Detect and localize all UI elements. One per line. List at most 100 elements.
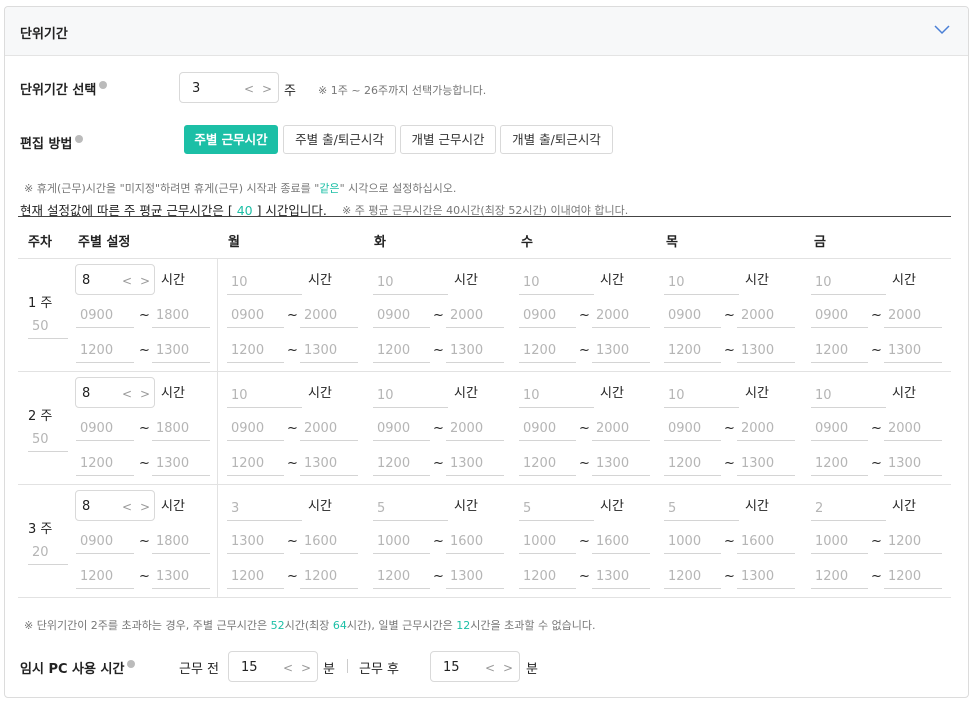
- chevron-right-icon[interactable]: >: [503, 661, 513, 675]
- day-hours-field[interactable]: 5: [664, 495, 739, 521]
- day-end-field[interactable]: 2000: [884, 415, 942, 441]
- day-end-field[interactable]: 2000: [300, 415, 358, 441]
- day-hours-field[interactable]: 5: [373, 495, 448, 521]
- day-start-field[interactable]: 1200: [519, 337, 576, 363]
- day-end-field[interactable]: 2000: [592, 415, 650, 441]
- weekly-start-field[interactable]: 1200: [76, 450, 134, 476]
- chevron-left-icon[interactable]: <: [244, 82, 254, 96]
- day-end-field[interactable]: 1600: [446, 528, 504, 554]
- day-end-field[interactable]: 1200: [300, 563, 358, 589]
- day-end-field[interactable]: 1300: [737, 563, 795, 589]
- chevron-right-icon[interactable]: >: [140, 274, 150, 288]
- day-end-field[interactable]: 2000: [592, 302, 650, 328]
- before-work-stepper[interactable]: 15 < >: [228, 651, 318, 682]
- day-start-field[interactable]: 1200: [664, 450, 721, 476]
- day-end-field[interactable]: 1300: [884, 337, 942, 363]
- day-hours-field[interactable]: 2: [811, 495, 886, 521]
- day-end-field[interactable]: 1300: [737, 450, 795, 476]
- day-start-field[interactable]: 0900: [519, 415, 576, 441]
- weekly-start-field[interactable]: 1200: [76, 337, 134, 363]
- day-end-field[interactable]: 1300: [446, 450, 504, 476]
- day-end-field[interactable]: 1600: [737, 528, 795, 554]
- day-end-field[interactable]: 1300: [446, 563, 504, 589]
- day-start-field[interactable]: 0900: [227, 302, 284, 328]
- weekly-end-field[interactable]: 1300: [152, 450, 210, 476]
- weekly-end-field[interactable]: 1300: [152, 563, 210, 589]
- weekly-hours-stepper[interactable]: 8 < >: [75, 377, 155, 408]
- day-start-field[interactable]: 1000: [664, 528, 721, 554]
- day-start-field[interactable]: 1000: [811, 528, 868, 554]
- chevron-right-icon[interactable]: >: [301, 661, 311, 675]
- day-end-field[interactable]: 1600: [300, 528, 358, 554]
- day-end-field[interactable]: 1200: [884, 528, 942, 554]
- weekly-end-field[interactable]: 1800: [152, 528, 210, 554]
- panel-header[interactable]: 단위기간: [5, 7, 968, 56]
- day-start-field[interactable]: 1200: [811, 563, 868, 589]
- day-hours-field[interactable]: 10: [373, 382, 448, 408]
- day-start-field[interactable]: 0900: [664, 415, 721, 441]
- weekly-start-field[interactable]: 0900: [76, 302, 134, 328]
- day-end-field[interactable]: 2000: [737, 302, 795, 328]
- weekly-hours-stepper[interactable]: 8 < >: [75, 264, 155, 295]
- day-start-field[interactable]: 1200: [373, 337, 430, 363]
- chevron-left-icon[interactable]: <: [122, 274, 132, 288]
- day-hours-field[interactable]: 10: [519, 269, 594, 295]
- unit-stepper[interactable]: 3 < >: [179, 72, 279, 103]
- day-start-field[interactable]: 1300: [227, 528, 284, 554]
- chevron-down-icon[interactable]: [934, 23, 950, 37]
- day-end-field[interactable]: 1300: [300, 337, 358, 363]
- day-end-field[interactable]: 1600: [592, 528, 650, 554]
- day-start-field[interactable]: 1200: [227, 563, 284, 589]
- day-start-field[interactable]: 1200: [519, 563, 576, 589]
- day-start-field[interactable]: 0900: [227, 415, 284, 441]
- day-start-field[interactable]: 1200: [519, 450, 576, 476]
- day-start-field[interactable]: 0900: [811, 302, 868, 328]
- day-end-field[interactable]: 1200: [884, 563, 942, 589]
- chevron-left-icon[interactable]: <: [485, 661, 495, 675]
- day-start-field[interactable]: 1200: [227, 450, 284, 476]
- weekly-start-field[interactable]: 0900: [76, 528, 134, 554]
- day-end-field[interactable]: 1300: [446, 337, 504, 363]
- tab-individual-hours[interactable]: 개별 근무시간: [400, 125, 496, 154]
- weekly-end-field[interactable]: 1300: [152, 337, 210, 363]
- day-hours-field[interactable]: 10: [811, 382, 886, 408]
- weekly-end-field[interactable]: 1800: [152, 415, 210, 441]
- day-hours-field[interactable]: 10: [664, 382, 739, 408]
- weekly-start-field[interactable]: 0900: [76, 415, 134, 441]
- day-start-field[interactable]: 1000: [519, 528, 576, 554]
- day-start-field[interactable]: 1000: [373, 528, 430, 554]
- day-start-field[interactable]: 0900: [373, 302, 430, 328]
- tab-weekly-hours[interactable]: 주별 근무시간: [184, 125, 278, 154]
- day-end-field[interactable]: 2000: [446, 415, 504, 441]
- day-start-field[interactable]: 1200: [227, 337, 284, 363]
- day-hours-field[interactable]: 10: [227, 382, 302, 408]
- day-start-field[interactable]: 1200: [664, 337, 721, 363]
- chevron-left-icon[interactable]: <: [122, 500, 132, 514]
- tab-weekly-inout[interactable]: 주별 출/퇴근시각: [283, 125, 396, 154]
- chevron-left-icon[interactable]: <: [283, 661, 293, 675]
- day-start-field[interactable]: 1200: [811, 450, 868, 476]
- day-start-field[interactable]: 1200: [373, 450, 430, 476]
- day-start-field[interactable]: 0900: [519, 302, 576, 328]
- day-end-field[interactable]: 2000: [884, 302, 942, 328]
- weekly-start-field[interactable]: 1200: [76, 563, 134, 589]
- chevron-right-icon[interactable]: >: [262, 82, 272, 96]
- day-hours-field[interactable]: 10: [227, 269, 302, 295]
- day-start-field[interactable]: 0900: [811, 415, 868, 441]
- day-hours-field[interactable]: 10: [519, 382, 594, 408]
- tab-individual-inout[interactable]: 개별 출/퇴근시각: [500, 125, 613, 154]
- weekly-hours-stepper[interactable]: 8 < >: [75, 490, 155, 521]
- day-start-field[interactable]: 0900: [664, 302, 721, 328]
- day-end-field[interactable]: 1300: [737, 337, 795, 363]
- after-work-stepper[interactable]: 15 < >: [430, 651, 520, 682]
- day-start-field[interactable]: 0900: [373, 415, 430, 441]
- chevron-right-icon[interactable]: >: [140, 387, 150, 401]
- weekly-end-field[interactable]: 1800: [152, 302, 210, 328]
- day-end-field[interactable]: 1300: [592, 563, 650, 589]
- chevron-right-icon[interactable]: >: [140, 500, 150, 514]
- day-hours-field[interactable]: 10: [664, 269, 739, 295]
- day-start-field[interactable]: 1200: [373, 563, 430, 589]
- day-end-field[interactable]: 2000: [446, 302, 504, 328]
- day-end-field[interactable]: 2000: [300, 302, 358, 328]
- day-hours-field[interactable]: 10: [811, 269, 886, 295]
